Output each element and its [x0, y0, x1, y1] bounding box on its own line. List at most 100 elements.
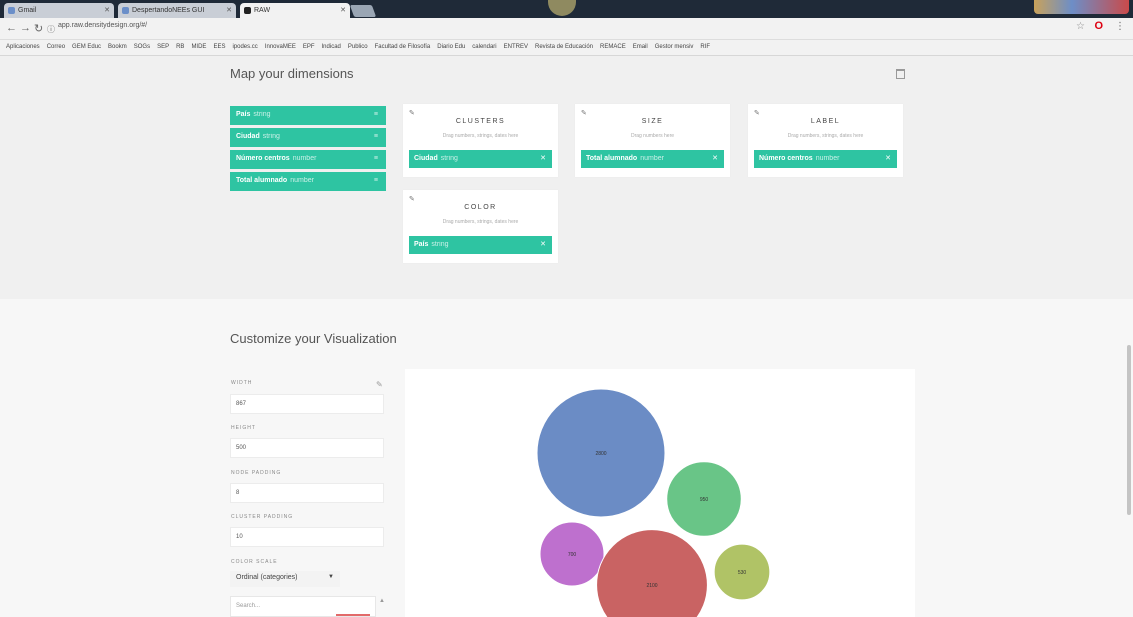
cluster-padding-input[interactable]: 10	[230, 527, 384, 547]
bubble-label: 2100	[646, 583, 657, 589]
bookmark-item[interactable]: calendari	[472, 44, 496, 50]
height-label: HEIGHT	[231, 425, 256, 431]
info-icon[interactable]: ⓘ	[47, 24, 55, 35]
color-scale-label: COLOR SCALE	[231, 559, 278, 565]
remove-icon[interactable]: ✕	[540, 154, 546, 162]
drag-handle-icon[interactable]: ≡	[374, 133, 378, 140]
mapped-dimension-chip[interactable]: País string ✕	[409, 236, 552, 254]
dimension-item[interactable]: Total alumnado number ≡	[230, 172, 386, 191]
close-icon[interactable]: ✕	[226, 6, 232, 14]
bookmarks-bar: Aplicaciones Correo GEM Educ Bookm SOGs SEP RB…	[0, 40, 1133, 56]
bookmark-item[interactable]: RIF	[700, 44, 710, 50]
remove-icon[interactable]: ✕	[540, 240, 546, 248]
bookmark-item[interactable]: REMACE	[600, 44, 626, 50]
customize-title: Customize your Visualization	[230, 331, 397, 346]
bookmark-item[interactable]: Indicad	[322, 44, 341, 50]
width-input[interactable]: 867	[230, 394, 384, 414]
drag-handle-icon[interactable]: ≡	[374, 155, 378, 162]
dimension-type: number	[292, 155, 317, 162]
mapped-dimension-chip[interactable]: Total alumnado number ✕	[581, 150, 724, 168]
bookmark-item[interactable]: SOGs	[134, 44, 150, 50]
bookmark-item[interactable]: Diario Edu	[437, 44, 465, 50]
node-padding-input[interactable]: 8	[230, 483, 384, 503]
bookmark-item[interactable]: InnovaMEE	[265, 44, 296, 50]
card-title: CLUSTERS	[455, 118, 506, 125]
dimension-item[interactable]: Ciudad string ≡	[230, 128, 386, 147]
back-icon[interactable]: ←	[6, 22, 17, 34]
bookmark-item[interactable]: Revista de Educación	[535, 44, 593, 50]
bubble-label: 950	[700, 497, 709, 503]
chip-type: string	[431, 241, 449, 248]
bookmark-item[interactable]: MIDE	[191, 44, 206, 50]
height-input[interactable]: 500	[230, 438, 384, 458]
menu-icon[interactable]: ⋮	[1115, 21, 1125, 32]
raw-favicon-icon	[244, 7, 251, 14]
bookmark-item[interactable]: EPF	[303, 44, 315, 50]
bookmark-item[interactable]: GEM Educ	[72, 44, 101, 50]
bubble-label: 700	[568, 552, 577, 558]
chip-name: Número centros	[759, 155, 813, 162]
bookmark-item[interactable]: Correo	[47, 44, 65, 50]
bookmark-star-icon[interactable]: ☆	[1076, 21, 1085, 32]
bookmark-item[interactable]: Aplicaciones	[6, 44, 40, 50]
bubble-label: 2800	[595, 451, 606, 457]
label-card[interactable]: ✎ LABEL Drag numbers, strings, dates her…	[748, 104, 903, 177]
browser-tab-raw[interactable]: RAW ✕	[240, 3, 350, 18]
bookmark-item[interactable]: Gestor mensiv	[655, 44, 694, 50]
map-section	[0, 57, 1133, 299]
trash-icon[interactable]	[896, 69, 905, 79]
mapped-dimension-chip[interactable]: Ciudad string ✕	[409, 150, 552, 168]
browser-tab-despertando[interactable]: DespertandoNEEs GUI ✕	[118, 3, 236, 18]
card-hint: Drag numbers, strings, dates here	[442, 219, 519, 225]
mapped-dimension-chip[interactable]: Número centros number ✕	[754, 150, 897, 168]
bookmark-item[interactable]: ipodes.cc	[232, 44, 257, 50]
chip-type: number	[640, 155, 664, 162]
color-card[interactable]: ✎ COLOR Drag numbers, strings, dates her…	[403, 190, 558, 263]
remove-icon[interactable]: ✕	[712, 154, 718, 162]
dimension-type: number	[290, 177, 314, 184]
width-label: WIDTH	[231, 380, 253, 386]
dimension-item[interactable]: Número centros number ≡	[230, 150, 386, 169]
bookmark-item[interactable]: Bookm	[108, 44, 127, 50]
bookmark-item[interactable]: EES	[213, 44, 225, 50]
drag-handle-icon[interactable]: ≡	[374, 111, 378, 118]
window-controls[interactable]	[1034, 0, 1129, 14]
size-card[interactable]: ✎ SIZE Drag numbers here Total alumnado n…	[575, 104, 730, 177]
visualization-canvas: 2800 950 700 2100 530	[405, 369, 915, 617]
color-scale-value: Ordinal (categories)	[236, 574, 298, 581]
bookmark-item[interactable]: SEP	[157, 44, 169, 50]
bookmark-item[interactable]: Publico	[348, 44, 368, 50]
pin-icon: ✎	[409, 196, 415, 203]
dimension-item[interactable]: País string ≡	[230, 106, 386, 125]
color-swatch-strip	[336, 614, 370, 616]
forward-icon[interactable]: →	[20, 22, 31, 34]
bookmark-item[interactable]: Facultad de Filosofía	[375, 44, 431, 50]
drag-handle-icon[interactable]: ≡	[374, 177, 378, 184]
scroll-arrow-icon[interactable]: ▲	[379, 598, 385, 604]
new-tab-button[interactable]	[349, 5, 377, 17]
bookmark-item[interactable]: ENTREV	[504, 44, 528, 50]
close-icon[interactable]: ✕	[340, 6, 346, 14]
remove-icon[interactable]: ✕	[885, 154, 891, 162]
tab-favicon-icon	[122, 7, 129, 14]
chip-type: string	[440, 155, 458, 162]
bookmark-item[interactable]: Email	[633, 44, 648, 50]
url-field[interactable]: app.raw.densitydesign.org/#/	[58, 22, 147, 29]
bubble-label: 530	[738, 570, 747, 576]
card-hint: Drag numbers, strings, dates here	[442, 133, 519, 139]
page-scrollbar[interactable]	[1127, 345, 1131, 515]
pin-icon: ✎	[581, 110, 587, 117]
opera-icon[interactable]: O	[1094, 20, 1103, 32]
reload-icon[interactable]: ↻	[34, 22, 43, 35]
cluster-padding-label: CLUSTER PADDING	[231, 514, 294, 520]
clusters-card[interactable]: ✎ CLUSTERS Drag numbers, strings, dates …	[403, 104, 558, 177]
chip-name: Ciudad	[414, 155, 438, 162]
pencil-icon[interactable]: ✎	[376, 380, 383, 389]
browser-tab-gmail[interactable]: Gmail ✕	[4, 3, 114, 18]
bookmark-item[interactable]: RB	[176, 44, 184, 50]
close-icon[interactable]: ✕	[104, 6, 110, 14]
card-hint: Drag numbers, strings, dates here	[787, 133, 864, 139]
browser-tab-bar: Gmail ✕ DespertandoNEEs GUI ✕ RAW ✕	[0, 0, 1133, 18]
address-bar: ← → ↻ ⓘ app.raw.densitydesign.org/#/ ☆ O…	[0, 18, 1133, 40]
color-scale-select[interactable]: Ordinal (categories) ▼	[230, 571, 340, 587]
